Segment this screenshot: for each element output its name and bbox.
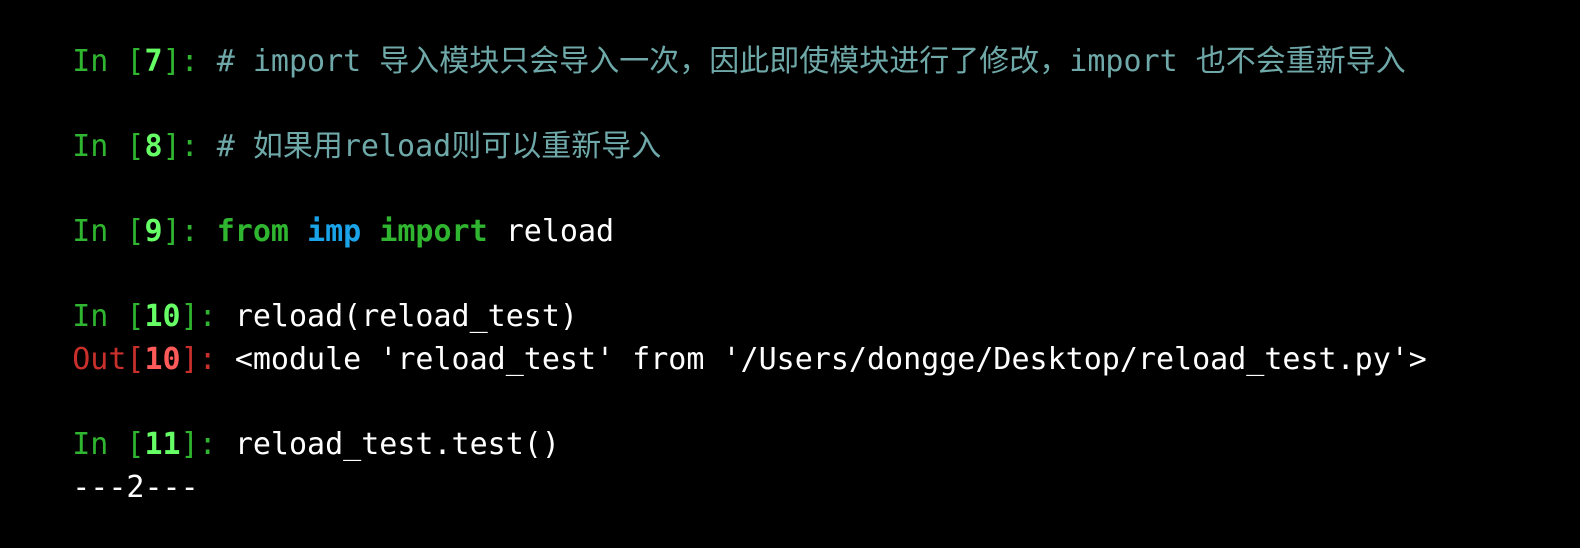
cell-8-input-line: In [8]: # 如果用reload则可以重新导入 [0, 87, 661, 164]
cell-11-stdout-line: ---2--- [0, 428, 198, 505]
ipython-terminal[interactable]: In [7]: # import 导入模块只会导入一次，因此即使模块进行了修改，… [0, 0, 1580, 505]
in-prompt-label: In [ [72, 214, 145, 249]
cell-8-in-prompt: In [8]: [72, 129, 217, 164]
cell-9-input-line: In [9]: from imp import reload [0, 172, 614, 249]
cell-10-out-prompt: Out[10]: [72, 342, 235, 377]
cell-11-input-line: In [11]: reload_test.test() [0, 385, 560, 462]
keyword-import: import [379, 214, 488, 249]
out-prompt-label: Out[ [72, 342, 145, 377]
out-prompt-suffix: ]: [180, 342, 235, 377]
cell-10-output-line: Out[10]: <module 'reload_test' from '/Us… [0, 300, 1427, 377]
cell-10-input-line: In [10]: reload(reload_test) [0, 257, 578, 334]
cell-10-output: <module 'reload_test' from '/Users/dongg… [234, 342, 1427, 377]
cell-8-comment: # 如果用reload则可以重新导入 [216, 129, 662, 164]
cell-9-in-prompt: In [9]: [72, 214, 217, 249]
in-prompt-number: 8 [144, 129, 163, 164]
cell-7-in-prompt: In [7]: [72, 44, 217, 79]
cell-7-input-line: In [7]: # import 导入模块只会导入一次，因此即使模块进行了修改，… [0, 2, 1405, 79]
cell-11-code: reload_test.test() [234, 427, 560, 462]
in-prompt-label: In [ [72, 44, 145, 79]
in-prompt-suffix: ]: [162, 214, 217, 249]
in-prompt-suffix: ]: [162, 129, 217, 164]
in-prompt-suffix: ]: [162, 44, 217, 79]
in-prompt-number: 7 [144, 44, 163, 79]
out-prompt-number: 10 [144, 342, 181, 377]
module-name: imp [307, 214, 362, 249]
cell-7-comment: # import 导入模块只会导入一次，因此即使模块进行了修改，import 也… [216, 44, 1406, 79]
in-prompt-label: In [ [72, 129, 145, 164]
keyword-from: from [216, 214, 289, 249]
imported-name: reload [505, 214, 615, 249]
in-prompt-number: 9 [144, 214, 163, 249]
